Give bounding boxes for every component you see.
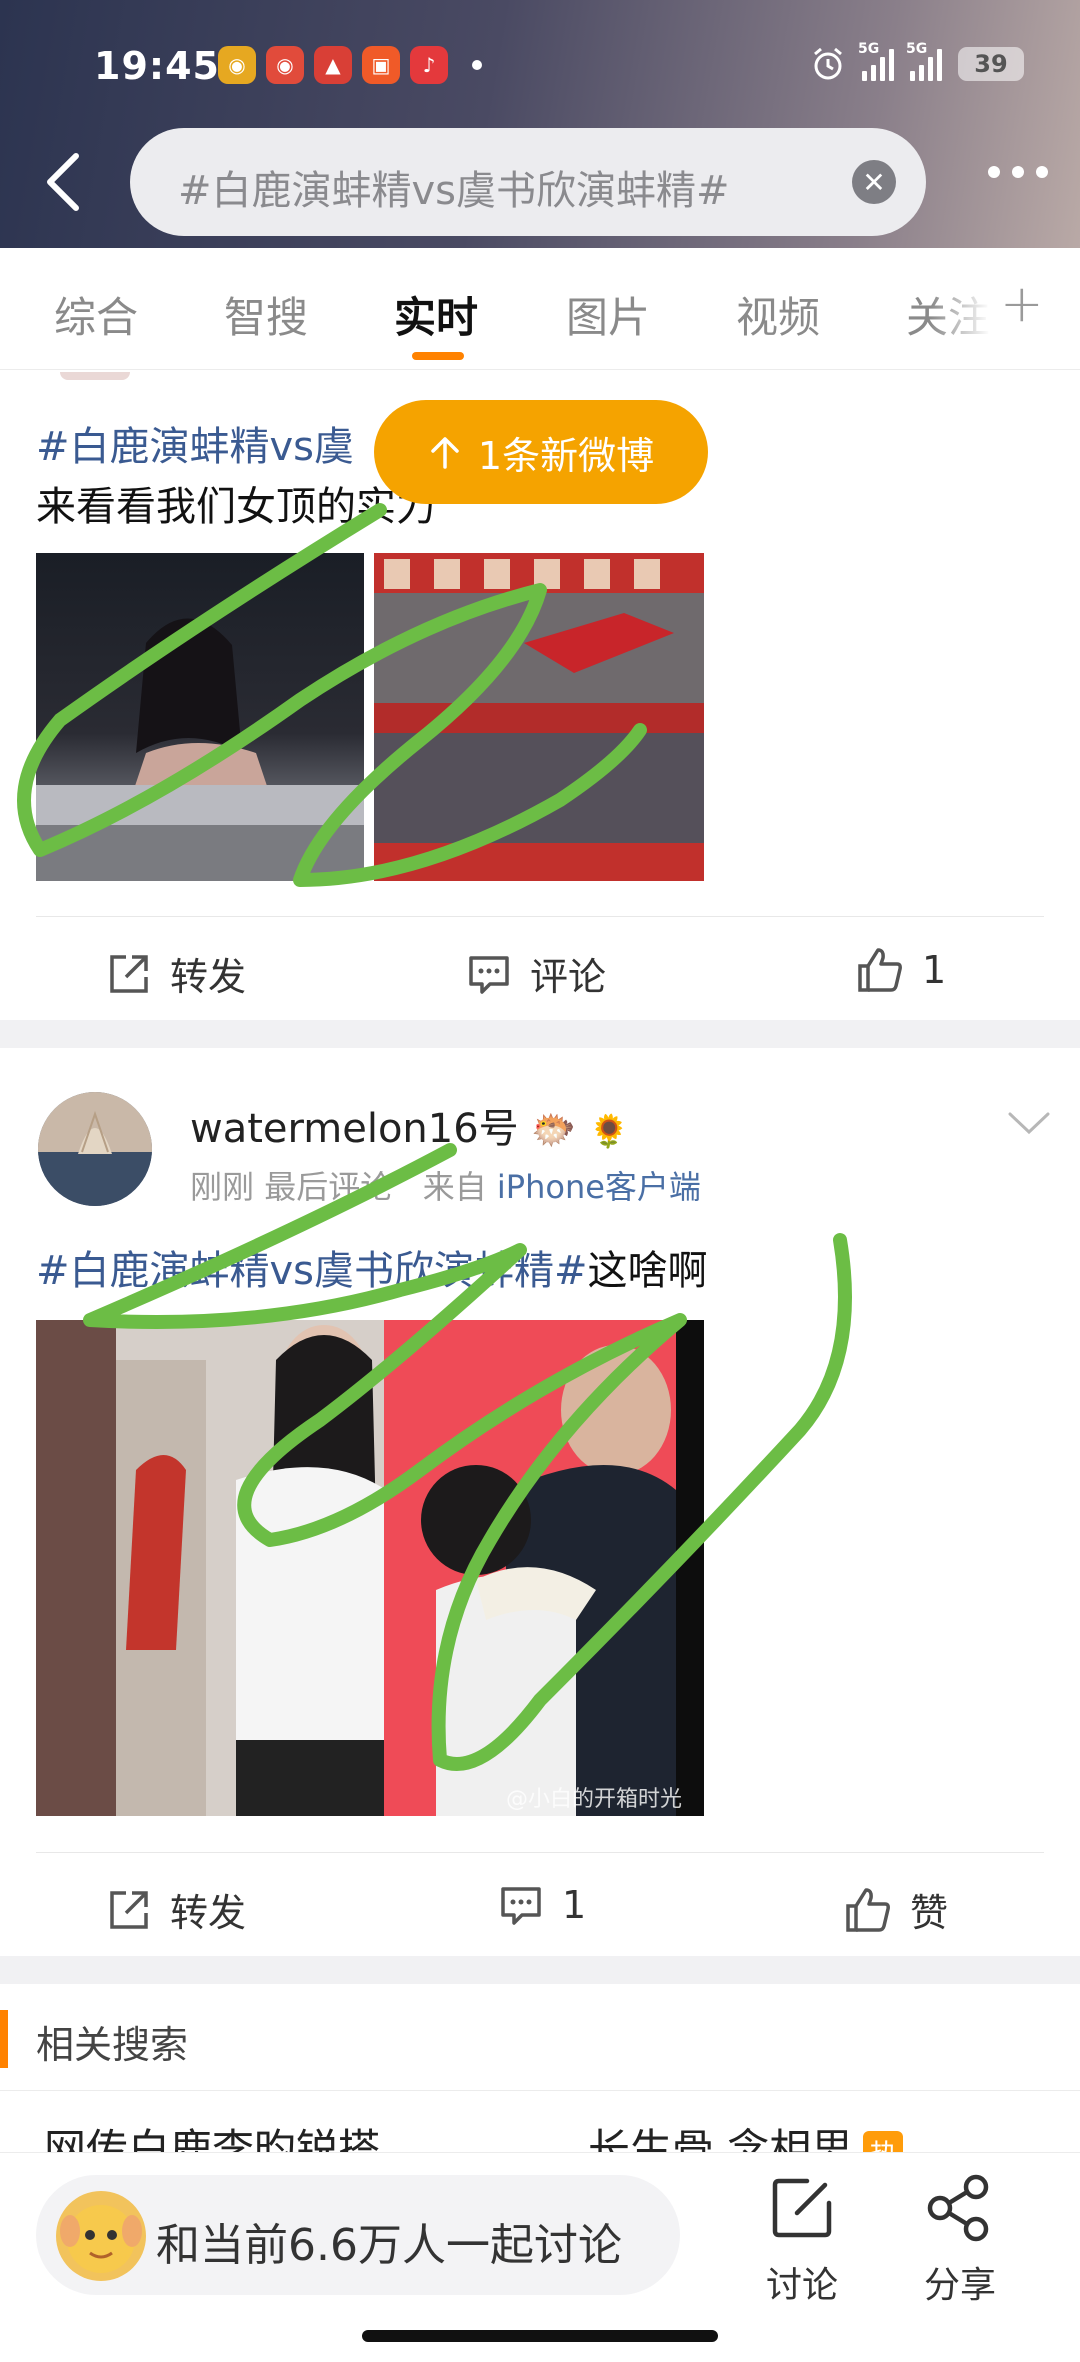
post-1-image-1[interactable]: [36, 553, 364, 881]
post-1-text: 来看看我们女顶的实力: [36, 484, 436, 530]
post-1-actions: 转发 评论 1: [0, 916, 1080, 1026]
last-comment-label: 最后评论: [264, 1168, 393, 1206]
discuss-button[interactable]: 讨论: [752, 2173, 852, 2308]
tab-fade: [930, 248, 990, 368]
watermark: @小白的开箱时光: [506, 1787, 682, 1812]
post-2-actions: 转发 1 赞: [0, 1852, 1080, 1962]
avatar[interactable]: [38, 1092, 152, 1206]
status-right: 5G 5G 39: [810, 41, 1024, 82]
search-query: #白鹿演蚌精vs虞书欣演蚌精#: [178, 168, 730, 214]
status-time: 19:45: [94, 44, 220, 88]
tab-comprehensive[interactable]: 综合: [54, 284, 138, 345]
comment-icon: [469, 955, 509, 994]
related-title: 相关搜索: [36, 2023, 189, 2067]
repost-icon: [110, 954, 148, 993]
more-notifications-icon: [472, 60, 482, 70]
feed-separator: [0, 1956, 1080, 1984]
discuss-text: 和当前6.6万人一起讨论: [156, 2220, 622, 2271]
post-2-body: 这啥啊: [587, 1248, 708, 1294]
username[interactable]: watermelon16号 🐡 🌻: [190, 1096, 629, 1154]
thumbs-up-icon: [846, 1887, 890, 1932]
signal-label: 5G: [906, 41, 928, 57]
post-2-hashtag[interactable]: #白鹿演蚌精vs虞书欣演蚌精#: [36, 1248, 588, 1294]
tab-bar: 综合 智搜 实时 图片 视频 关注 +: [0, 248, 1080, 370]
post-1-like-button[interactable]: 1: [856, 946, 946, 994]
tab-videos[interactable]: 视频: [736, 284, 820, 345]
repost-label: 转发: [170, 1891, 247, 1935]
active-tab-indicator: [412, 352, 464, 360]
pufferfish-badge-icon: 🐡: [531, 1110, 577, 1151]
comment-count: 1: [562, 1883, 587, 1927]
username-text: watermelon16号: [190, 1106, 519, 1152]
share-button[interactable]: 分享: [910, 2173, 1010, 2308]
new-posts-label: 1条新微博: [477, 433, 655, 478]
post-1-text-line1: #白鹿演蚌精vs虞: [36, 414, 354, 472]
post-2-meta: 刚刚 最后评论 来自 iPhone客户端: [190, 1162, 701, 1208]
share-icon: [927, 2174, 989, 2242]
post-2-image[interactable]: @小白的开箱时光: [36, 1320, 704, 1816]
clear-search-icon[interactable]: ✕: [852, 160, 896, 204]
discuss-input[interactable]: 和当前6.6万人一起讨论: [36, 2175, 680, 2295]
post-1-image-2[interactable]: [374, 553, 704, 881]
signal-icon: 5G: [858, 41, 894, 81]
feed-separator: [0, 1020, 1080, 1048]
chevron-down-icon[interactable]: [1006, 1100, 1052, 1146]
comment-label: 评论: [530, 955, 607, 999]
post-2-text: #白鹿演蚌精vs虞书欣演蚌精#这啥啊: [36, 1238, 708, 1296]
post-1-comment-button[interactable]: 评论: [466, 946, 606, 1001]
tab-images[interactable]: 图片: [566, 284, 650, 345]
thumbs-up-icon: [858, 948, 902, 992]
repost-label: 转发: [170, 955, 247, 999]
comment-icon: [501, 1887, 541, 1925]
post-2-like-button[interactable]: 赞: [844, 1882, 948, 1937]
signal-label: 5G: [858, 41, 880, 57]
weibo-app-icon: ◉: [218, 46, 256, 84]
post-1-repost-button[interactable]: 转发: [106, 946, 246, 1001]
add-tab-icon[interactable]: +: [1000, 274, 1044, 334]
post-1-hashtag[interactable]: #白鹿演蚌精vs虞: [36, 424, 354, 470]
back-arrow-icon[interactable]: [40, 150, 90, 214]
tab-realtime[interactable]: 实时: [394, 284, 478, 345]
search-input[interactable]: #白鹿演蚌精vs虞书欣演蚌精# ✕: [130, 128, 926, 236]
like-label: 赞: [910, 1891, 949, 1935]
arrow-up-icon: [431, 437, 459, 469]
weibo-lite-app-icon: ◉: [266, 46, 304, 84]
post-2-repost-button[interactable]: 转发: [106, 1882, 246, 1937]
car-app-icon: ▲: [314, 46, 352, 84]
related-divider: [0, 2090, 1080, 2091]
weibo-search-page: 19:45 ◉ ◉ ▲ ▣ ♪ 5G 5G 39 #白鹿演蚌精vs虞书欣演蚌精#…: [0, 0, 1080, 2362]
edit-icon: [772, 2178, 832, 2238]
source-prefix: 来自: [422, 1168, 487, 1206]
post-time: 刚刚: [190, 1168, 255, 1206]
new-posts-pill[interactable]: 1条新微博: [374, 400, 708, 504]
tab-smart-search[interactable]: 智搜: [224, 284, 308, 345]
related-accent-bar: [0, 2010, 8, 2068]
more-options-icon[interactable]: [988, 166, 1048, 178]
repost-icon: [110, 1890, 148, 1929]
post-source[interactable]: iPhone客户端: [497, 1168, 701, 1206]
battery-icon: 39: [958, 47, 1024, 81]
status-app-icons: ◉ ◉ ▲ ▣ ♪: [218, 46, 482, 84]
post-2-comment-button[interactable]: 1: [498, 1882, 586, 1928]
emoji-avatar-icon: [56, 2191, 146, 2281]
discuss-label: 讨论: [765, 2265, 838, 2306]
share-label: 分享: [923, 2265, 996, 2306]
header: 19:45 ◉ ◉ ▲ ▣ ♪ 5G 5G 39 #白鹿演蚌精vs虞书欣演蚌精#…: [0, 0, 1080, 248]
signal-icon: 5G: [906, 41, 942, 81]
avatar-fragment: [60, 372, 130, 380]
sunflower-badge-icon: 🌻: [588, 1112, 629, 1150]
home-indicator[interactable]: [362, 2330, 718, 2342]
music-app-icon: ♪: [410, 46, 448, 84]
alarm-icon: [814, 47, 842, 80]
taobao-app-icon: ▣: [362, 46, 400, 84]
like-count: 1: [922, 948, 947, 992]
